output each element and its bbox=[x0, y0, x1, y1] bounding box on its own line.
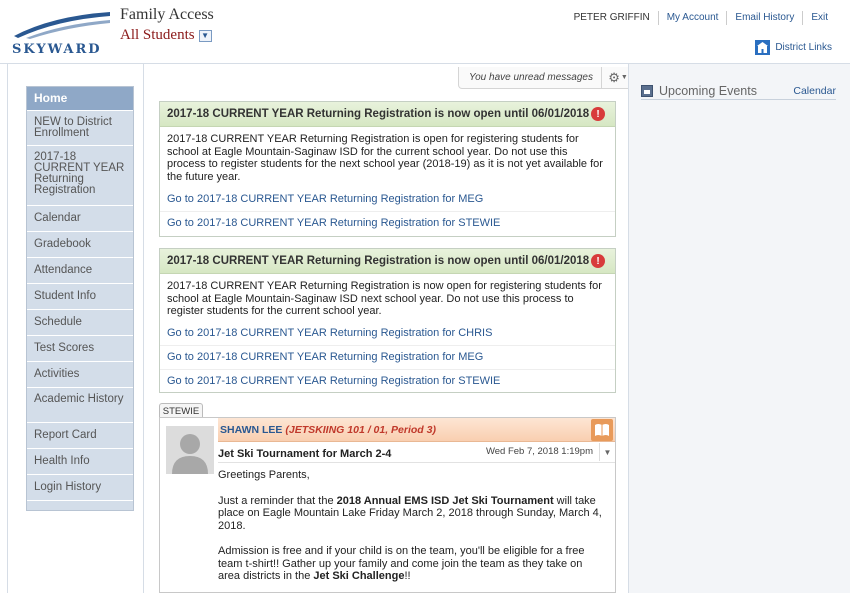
school-building-icon bbox=[755, 40, 771, 55]
sidebar-item-returning-registration[interactable]: 2017-18 CURRENT YEAR Returning Registrat… bbox=[27, 146, 133, 206]
sidebar-item-student-info[interactable]: Student Info bbox=[27, 284, 133, 310]
left-border bbox=[0, 64, 8, 593]
right-column: Upcoming Events Calendar bbox=[629, 64, 850, 593]
sidebar-item-test-scores[interactable]: Test Scores bbox=[27, 336, 133, 362]
chevron-down-icon[interactable]: ▼ bbox=[599, 443, 615, 461]
post-course: (JETSKIING 101 / 01, Period 3) bbox=[285, 423, 436, 436]
teacher-message-post: SHAWN LEE (JETSKIING 101 / 01, Period 3)… bbox=[159, 417, 616, 593]
app-title: Family Access bbox=[120, 6, 214, 23]
post-bold-text: 2018 Annual EMS ISD Jet Ski Tournament bbox=[336, 494, 554, 507]
header: SKYWARD Family Access All Students ▼ PET… bbox=[0, 0, 850, 64]
post-author[interactable]: SHAWN LEE bbox=[220, 424, 282, 436]
alert-icon: ! bbox=[591, 254, 605, 268]
post-paragraph-1: Just a reminder that the 2018 Annual EMS… bbox=[218, 495, 603, 533]
post-body: Greetings Parents, Just a reminder that … bbox=[218, 469, 603, 593]
calendar-icon bbox=[641, 84, 653, 97]
post-greeting: Greetings Parents, bbox=[218, 469, 310, 481]
post-bold-text: Jet Ski Challenge bbox=[313, 570, 405, 582]
post-text: Just a reminder that the bbox=[218, 494, 337, 507]
sidebar-item-report-card[interactable]: Report Card bbox=[27, 423, 133, 449]
district-links-label: District Links bbox=[775, 42, 832, 53]
post-date: Wed Feb 7, 2018 1:19pm bbox=[485, 446, 593, 457]
post-paragraph-2: Admission is free and if your child is o… bbox=[218, 545, 603, 583]
tab-stewie[interactable]: STEWIE bbox=[159, 403, 203, 418]
calendar-link[interactable]: Calendar bbox=[793, 85, 836, 97]
district-links-button[interactable]: District Links bbox=[755, 40, 832, 55]
registration-link-chris[interactable]: Go to 2017-18 CURRENT YEAR Returning Reg… bbox=[160, 322, 615, 345]
student-selector[interactable]: All Students ▼ bbox=[120, 27, 212, 44]
panel-title: 2017-18 CURRENT YEAR Returning Registrat… bbox=[160, 249, 615, 274]
sidebar-item-schedule[interactable]: Schedule bbox=[27, 310, 133, 336]
registration-link-meg[interactable]: Go to 2017-18 CURRENT YEAR Returning Reg… bbox=[160, 344, 615, 369]
top-nav: PETER GRIFFIN My Account Email History E… bbox=[566, 10, 836, 26]
sidebar-item-academic-history[interactable]: Academic History bbox=[27, 388, 133, 423]
my-account-link[interactable]: My Account bbox=[657, 11, 727, 25]
registration-link-stewie[interactable]: Go to 2017-18 CURRENT YEAR Returning Reg… bbox=[160, 368, 615, 393]
message-bar: You have unread messages ⚙ ▼ bbox=[458, 67, 635, 89]
logo-swoosh-icon bbox=[14, 12, 110, 39]
registration-panel-2: 2017-18 CURRENT YEAR Returning Registrat… bbox=[159, 248, 616, 393]
skyward-logo: SKYWARD bbox=[12, 10, 112, 58]
panel-body: 2017-18 CURRENT YEAR Returning Registrat… bbox=[167, 280, 602, 317]
logo-text: SKYWARD bbox=[12, 42, 102, 57]
sidebar-item-activities[interactable]: Activities bbox=[27, 362, 133, 388]
upcoming-events-header: Upcoming Events Calendar bbox=[641, 82, 836, 100]
sidebar-item-login-history[interactable]: Login History bbox=[27, 475, 133, 501]
sidebar-item-gradebook[interactable]: Gradebook bbox=[27, 232, 133, 258]
exit-link[interactable]: Exit bbox=[802, 11, 836, 25]
sidebar-nav: Home NEW to District Enrollment 2017-18 … bbox=[26, 86, 134, 511]
book-icon[interactable] bbox=[591, 419, 613, 441]
panel-title-text: 2017-18 CURRENT YEAR Returning Registrat… bbox=[167, 108, 590, 120]
sidebar-item-home[interactable]: Home bbox=[27, 87, 133, 111]
registration-link-stewie[interactable]: Go to 2017-18 CURRENT YEAR Returning Reg… bbox=[160, 211, 615, 235]
email-history-link[interactable]: Email History bbox=[726, 11, 802, 25]
sidebar-item-attendance[interactable]: Attendance bbox=[27, 258, 133, 284]
post-header: SHAWN LEE (JETSKIING 101 / 01, Period 3) bbox=[218, 418, 615, 442]
upcoming-events-title: Upcoming Events bbox=[659, 83, 757, 98]
avatar bbox=[166, 426, 214, 474]
post-text: !! bbox=[404, 570, 411, 582]
post-divider bbox=[218, 462, 615, 463]
registration-panel-1: 2017-18 CURRENT YEAR Returning Registrat… bbox=[159, 101, 616, 237]
panel-title-text: 2017-18 CURRENT YEAR Returning Registrat… bbox=[167, 255, 590, 267]
student-selector-label: All Students bbox=[120, 27, 195, 43]
registration-link-meg[interactable]: Go to 2017-18 CURRENT YEAR Returning Reg… bbox=[160, 188, 615, 211]
panel-title: 2017-18 CURRENT YEAR Returning Registrat… bbox=[160, 102, 615, 127]
unread-messages-link[interactable]: You have unread messages bbox=[459, 67, 602, 88]
post-subject: Jet Ski Tournament for March 2-4 bbox=[218, 448, 392, 460]
alert-icon: ! bbox=[591, 107, 605, 121]
panel-body: 2017-18 CURRENT YEAR Returning Registrat… bbox=[167, 133, 603, 183]
sidebar-item-health-info[interactable]: Health Info bbox=[27, 449, 133, 475]
column-divider bbox=[143, 64, 144, 593]
user-name: PETER GRIFFIN bbox=[573, 12, 650, 23]
chevron-down-icon[interactable]: ▼ bbox=[198, 29, 212, 42]
sidebar-item-calendar[interactable]: Calendar bbox=[27, 206, 133, 232]
sidebar-item-new-enrollment[interactable]: NEW to District Enrollment bbox=[27, 111, 133, 146]
